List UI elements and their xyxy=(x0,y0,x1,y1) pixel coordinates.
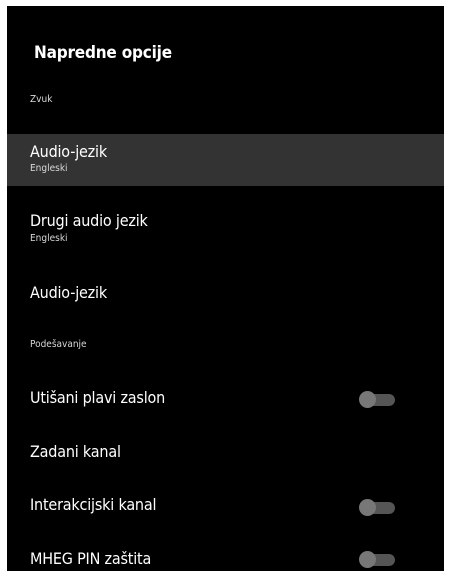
blue-mute-toggle[interactable] xyxy=(359,391,395,408)
menu-item-label: MHEG PIN zaštita xyxy=(30,549,152,568)
mheg-pin-toggle[interactable] xyxy=(359,551,395,568)
menu-item-value: Engleski xyxy=(30,233,68,244)
menu-item-default-channel[interactable]: Zadani kanal xyxy=(7,433,444,473)
menu-item-value: Engleski xyxy=(30,163,68,174)
menu-item-label: Audio-jezik xyxy=(30,283,107,302)
menu-item-label: Zadani kanal xyxy=(30,442,121,461)
toggle-knob xyxy=(359,499,376,516)
toggle-knob xyxy=(359,391,376,408)
interaction-channel-toggle[interactable] xyxy=(359,499,395,516)
menu-item-label: Audio-jezik xyxy=(30,142,107,161)
menu-item-label: Interakcijski kanal xyxy=(30,495,157,514)
menu-item-mheg-pin[interactable]: MHEG PIN zaštita xyxy=(7,541,444,571)
menu-item-blue-mute[interactable]: Utišani plavi zaslon xyxy=(7,379,444,419)
section-header-settings: Podešavanje xyxy=(30,339,87,350)
page-title: Napredne opcije xyxy=(34,43,172,63)
menu-item-second-audio-language[interactable]: Drugi audio jezik Engleski xyxy=(7,204,444,256)
menu-item-interaction-channel[interactable]: Interakcijski kanal xyxy=(7,487,444,527)
menu-item-label: Utišani plavi zaslon xyxy=(30,388,166,407)
section-header-sound: Zvuk xyxy=(30,94,53,105)
toggle-knob xyxy=(359,551,376,568)
menu-item-audio-language-2[interactable]: Audio-jezik xyxy=(7,274,444,314)
menu-item-label: Drugi audio jezik xyxy=(30,211,148,230)
settings-panel: Napredne opcije Zvuk Audio-jezik Englesk… xyxy=(7,6,444,571)
menu-item-audio-language[interactable]: Audio-jezik Engleski xyxy=(7,134,444,186)
